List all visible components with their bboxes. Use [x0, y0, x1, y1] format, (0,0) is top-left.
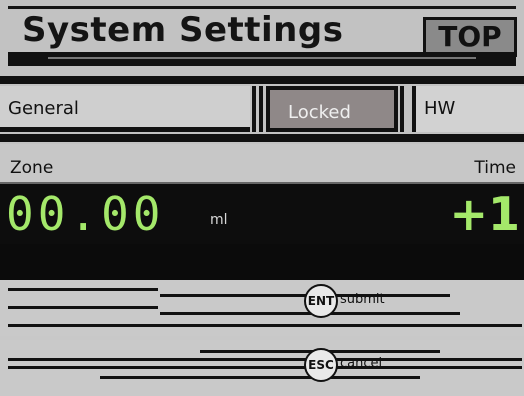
tab-separator — [252, 86, 256, 132]
row-divider — [8, 306, 158, 309]
top-button[interactable]: TOP — [423, 17, 517, 57]
value-unit: ml — [210, 212, 228, 228]
value-delta: +1 — [449, 187, 520, 241]
zone-label: Zone — [10, 158, 54, 178]
tab-hw[interactable]: HW — [412, 86, 524, 132]
esc-key-icon[interactable]: ESC — [304, 348, 338, 382]
value-display[interactable]: 00.00 ml +1 — [0, 182, 524, 244]
time-label: Time — [474, 158, 516, 178]
row-divider — [8, 324, 522, 327]
header: System Settings TOP — [0, 0, 524, 76]
value-section: Zone Time 00.00 ml +1 — [0, 144, 524, 282]
tab-bar-bottom-border — [0, 134, 524, 142]
value-readout: 00.00 — [6, 187, 165, 241]
tab-separator — [259, 86, 263, 132]
tab-general[interactable]: General — [0, 86, 250, 132]
cancel-label: cancel — [340, 356, 383, 371]
tab-bar: General Locked HW — [0, 76, 524, 144]
submit-label: submit — [340, 292, 385, 307]
row-divider — [100, 376, 420, 379]
row-divider — [8, 288, 158, 291]
cancel-row[interactable]: ESC cancel — [0, 340, 524, 396]
submit-row[interactable]: ENT submit — [0, 280, 524, 336]
row-divider — [8, 366, 522, 369]
tab-separator — [400, 86, 404, 132]
section-divider-bar — [0, 244, 524, 282]
row-divider — [8, 358, 522, 361]
tab-locked[interactable]: Locked — [266, 86, 398, 132]
tab-bar-top-border — [0, 76, 524, 84]
header-divider-bar — [8, 52, 516, 66]
ent-key-icon[interactable]: ENT — [304, 284, 338, 318]
page-title: System Settings — [22, 10, 344, 50]
header-divider — [8, 6, 516, 9]
